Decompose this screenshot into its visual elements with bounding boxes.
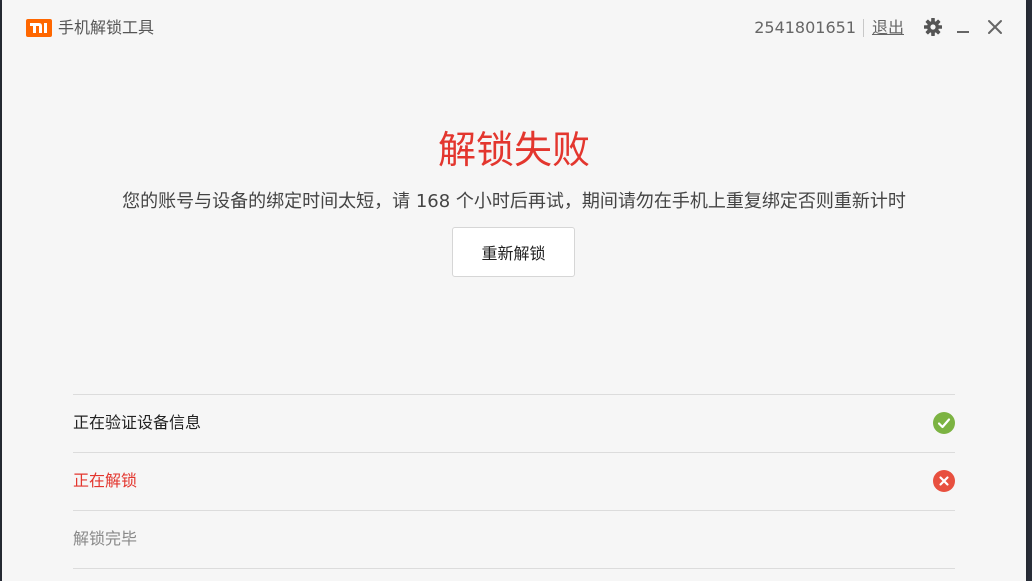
mi-logo-icon: [26, 19, 52, 37]
gear-icon[interactable]: [922, 16, 944, 38]
step-unlocking: 正在解锁: [73, 453, 955, 511]
titlebar-divider: [863, 19, 864, 37]
step-label: 正在解锁: [73, 471, 138, 490]
step-verify-device: 正在验证设备信息: [73, 395, 955, 453]
title-bar: 手机解锁工具 2541801651 退出: [2, 0, 1026, 56]
result-message: 您的账号与设备的绑定时间太短，请 168 个小时后再试，期间请勿在手机上重复绑定…: [122, 191, 906, 212]
close-icon[interactable]: [984, 16, 1006, 38]
account-id: 2541801651: [754, 18, 856, 37]
error-circle-icon: [933, 470, 955, 492]
logout-link[interactable]: 退出: [872, 17, 904, 39]
retry-unlock-button[interactable]: 重新解锁: [452, 227, 575, 277]
app-title: 手机解锁工具: [58, 18, 155, 37]
result-title: 解锁失败: [437, 128, 590, 172]
step-label: 正在验证设备信息: [73, 413, 202, 432]
minimize-icon[interactable]: [952, 16, 974, 38]
progress-steps: 正在验证设备信息 正在解锁 解锁完毕: [73, 394, 955, 569]
step-label: 解锁完毕: [73, 529, 138, 548]
check-circle-icon: [933, 412, 955, 434]
step-unlock-complete: 解锁完毕: [73, 511, 955, 569]
unlock-tool-window: 手机解锁工具 2541801651 退出 解锁失败 您的账号与设备的绑定时间太短…: [2, 0, 1026, 581]
